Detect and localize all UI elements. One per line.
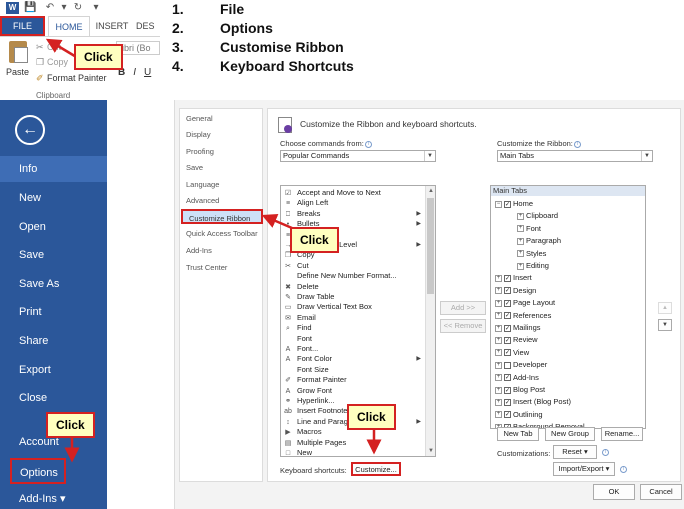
callout-arrows xyxy=(45,38,382,463)
click-callout-options: Click xyxy=(46,412,95,438)
click-callout-customize-ribbon: Click xyxy=(290,227,339,253)
arrow-to-customize-ribbon xyxy=(261,214,293,230)
click-callout-file: Click xyxy=(74,44,123,70)
click-callout-customize: Click xyxy=(347,404,396,430)
